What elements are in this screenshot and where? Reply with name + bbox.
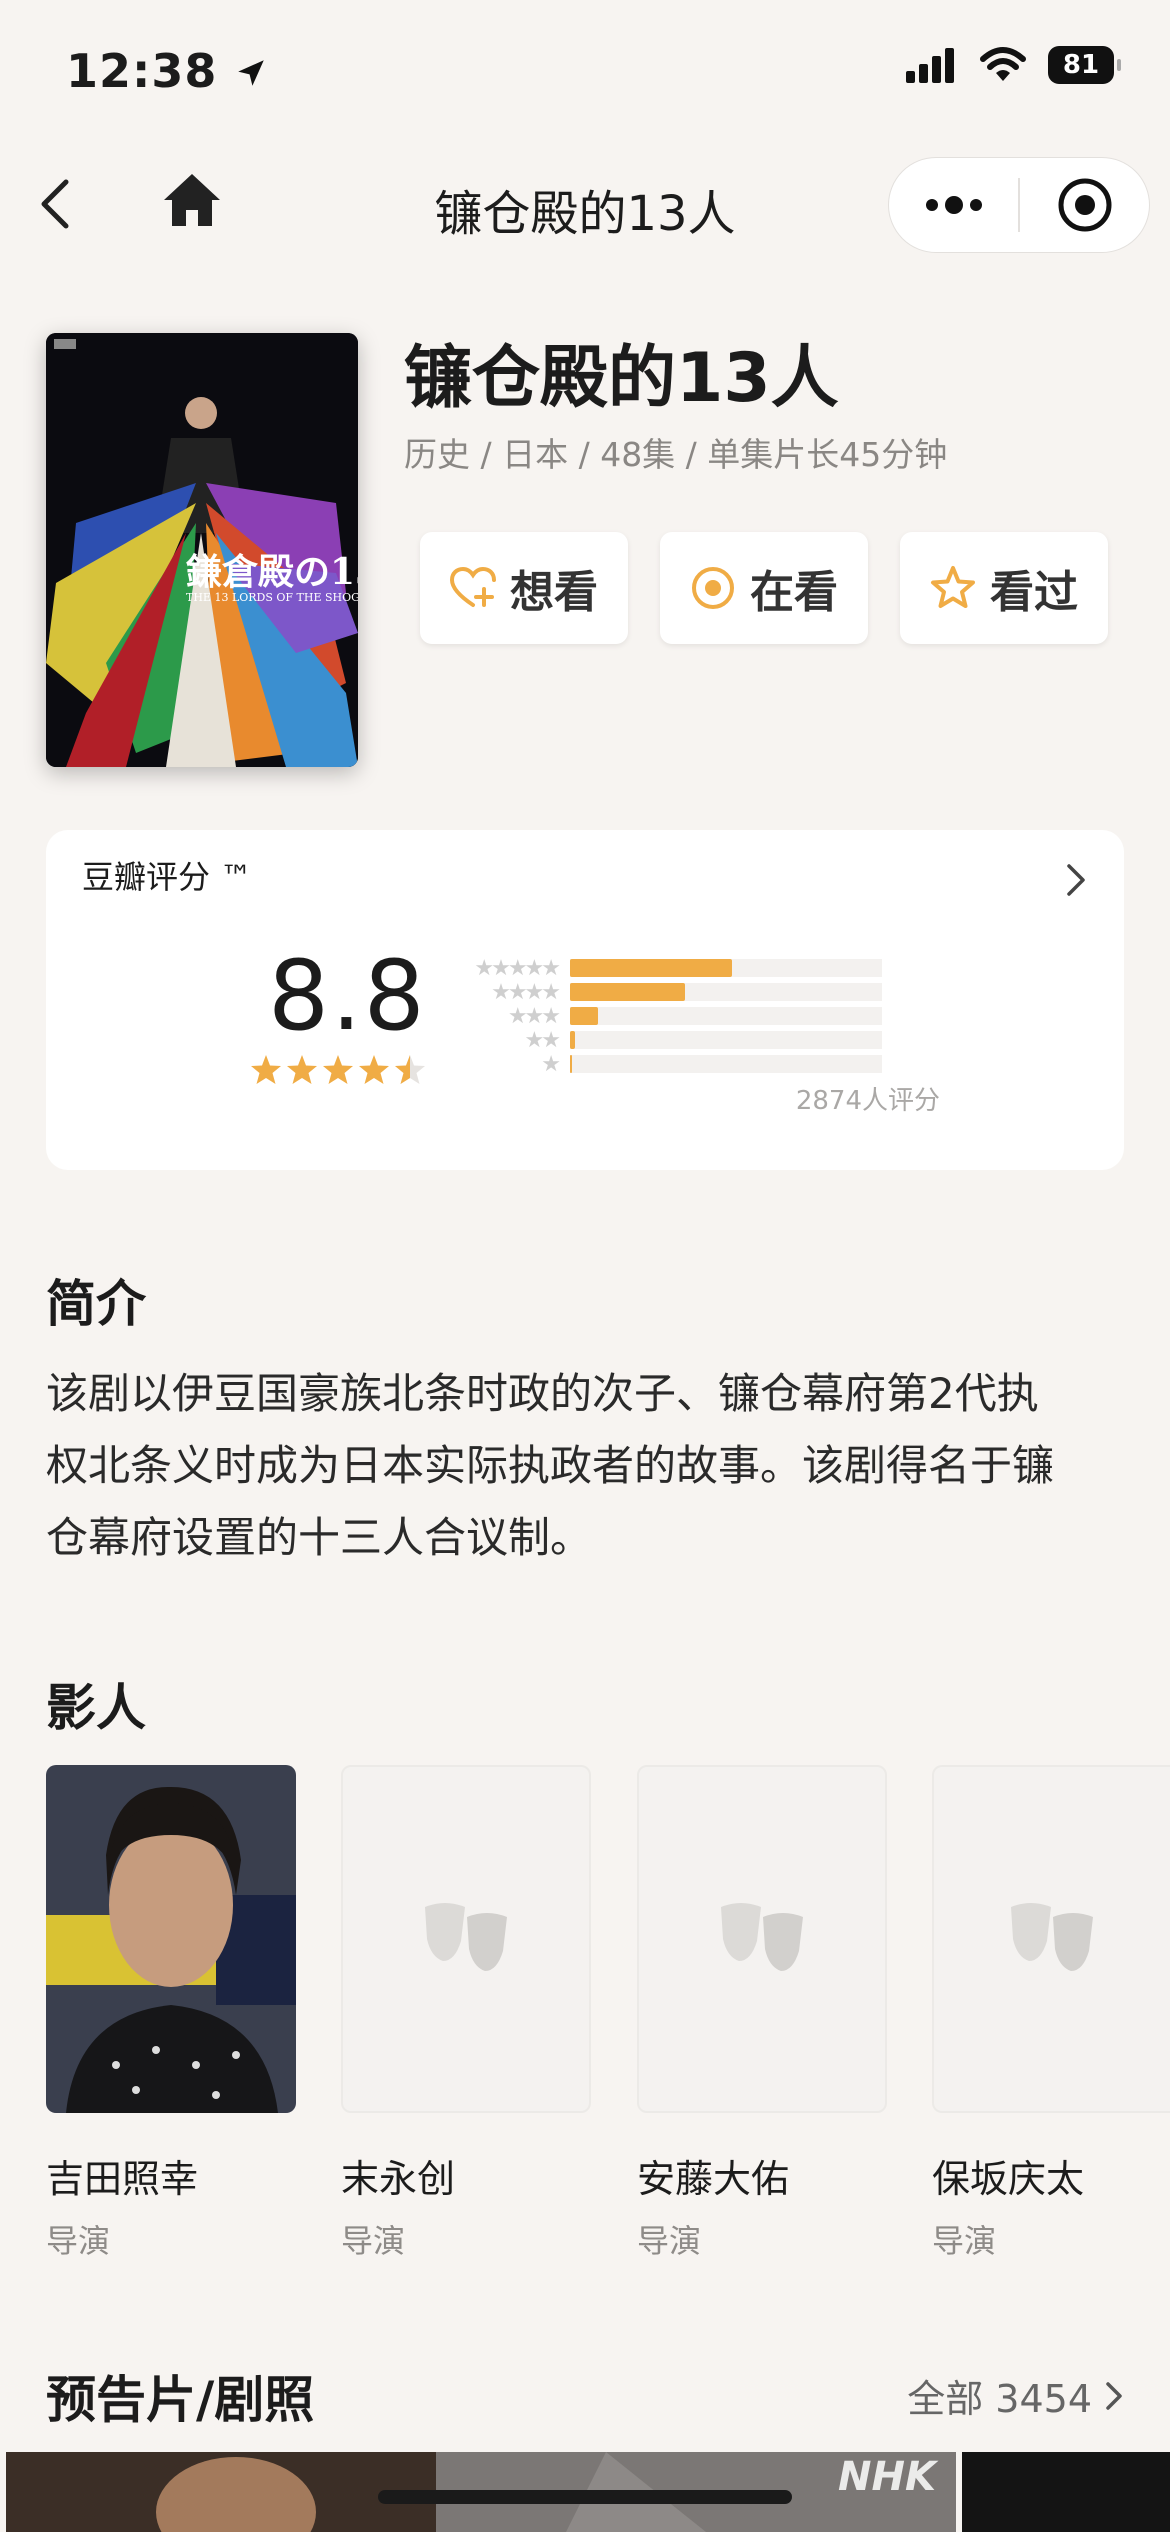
rating-row-4: ★★★★: [460, 979, 882, 1005]
chevron-right-icon: [1106, 2381, 1122, 2410]
star-outline-icon: [931, 566, 975, 608]
cast-role: 导演: [341, 2222, 406, 2260]
heart-plus-icon: [450, 567, 496, 607]
view-all-label: 全部 3454: [907, 2377, 1092, 2421]
rating-bar-track: [570, 983, 882, 1001]
rating-row-5: ★★★★★: [460, 955, 882, 981]
cast-name[interactable]: 末永创: [341, 2148, 455, 2203]
cast-name[interactable]: 安藤大佑: [637, 2148, 789, 2203]
more-button[interactable]: [889, 158, 1018, 252]
watching-label: 在看: [750, 567, 838, 618]
rating-score: 8.8: [268, 940, 427, 1052]
status-time: 12:38: [66, 44, 268, 98]
cast-photo-placeholder[interactable]: [341, 1765, 591, 2113]
poster-image[interactable]: 鎌倉殿の13人 THE 13 LORDS OF THE SHOGUN: [46, 333, 358, 767]
poster-subtitle-text: THE 13 LORDS OF THE SHOGUN: [186, 591, 358, 604]
rating-bar-track: [570, 1055, 882, 1073]
watched-label: 看过: [990, 567, 1078, 618]
media-thumbnail[interactable]: [962, 2452, 1170, 2532]
theater-masks-icon: [425, 1903, 507, 1971]
more-dots-icon: [925, 196, 982, 214]
want-to-watch-button[interactable]: 想看: [420, 532, 628, 644]
nhk-watermark: NHK: [838, 2454, 936, 2500]
close-program-button[interactable]: [1020, 158, 1149, 252]
rating-row-1: ★: [460, 1051, 882, 1077]
rating-row-3: ★★★: [460, 1003, 882, 1029]
cast-name[interactable]: 吉田照幸: [46, 2148, 198, 2203]
rating-bar-track: [570, 959, 882, 977]
close-target-icon: [1058, 178, 1111, 232]
two-star-icon: ★★: [524, 1027, 561, 1053]
rating-label: 豆瓣评分 ™: [82, 858, 253, 896]
intro-heading: 简介: [46, 1275, 146, 1333]
cast-heading: 影人: [46, 1679, 146, 1737]
five-star-icon: ★★★★★: [474, 955, 561, 981]
rating-card[interactable]: 豆瓣评分 ™ 8.8 ★★★★★ ★★★★ ★★★ ★★ ★ 2874人评分: [46, 830, 1124, 1170]
location-arrow-icon: [238, 60, 265, 86]
rating-bar-fill: [570, 983, 686, 1001]
poster-title-text: 鎌倉殿の13人: [186, 551, 358, 593]
cast-photo-placeholder[interactable]: [637, 1765, 887, 2113]
battery-indicator: 81: [1048, 46, 1121, 84]
theater-masks-icon: [721, 1903, 803, 1971]
rating-bar-track: [570, 1031, 882, 1049]
watched-button[interactable]: 看过: [900, 532, 1108, 644]
rating-stars: [251, 1055, 425, 1084]
rating-bar-fill: [570, 1031, 575, 1049]
intro-line: 仓幕府设置的十三人合议制。: [46, 1513, 593, 1562]
cast-role: 导演: [46, 2222, 111, 2260]
view-all-media-link[interactable]: 全部 3454: [907, 2368, 1124, 2423]
target-icon: [692, 567, 734, 609]
want-to-watch-label: 想看: [510, 567, 598, 618]
show-title: 镰仓殿的13人: [404, 339, 839, 418]
rating-bar-fill: [570, 1007, 599, 1025]
wifi-icon: [980, 47, 1026, 81]
rating-bar-track: [570, 1007, 882, 1025]
mini-program-capsule: [888, 157, 1150, 253]
show-meta: 历史 / 日本 / 48集 / 单集片长45分钟: [404, 435, 948, 474]
intro-text: 该剧以伊豆国豪族北条时政的次子、镰仓幕府第2代执 权北条义时成为日本实际执政者的…: [46, 1358, 1126, 1574]
cast-photo[interactable]: [46, 1765, 296, 2113]
cast-name[interactable]: 保坂庆太: [932, 2148, 1084, 2203]
intro-line: 该剧以伊豆国豪族北条时政的次子、镰仓幕府第2代执: [46, 1369, 1039, 1418]
media-heading: 预告片/剧照: [46, 2371, 315, 2429]
signal-icon: [906, 48, 954, 83]
rating-bar-fill: [570, 1055, 573, 1073]
cast-role: 导演: [932, 2222, 997, 2260]
cast-photo-placeholder[interactable]: [932, 1765, 1170, 2113]
watching-button[interactable]: 在看: [660, 532, 868, 644]
three-star-icon: ★★★: [507, 1003, 561, 1029]
status-indicators: 81: [906, 46, 1121, 84]
theater-masks-icon: [1011, 1903, 1093, 1971]
person-photo: [46, 1765, 296, 2113]
one-star-icon: ★: [541, 1051, 561, 1077]
rating-bar-fill: [570, 959, 733, 977]
rating-row-2: ★★: [460, 1027, 882, 1053]
cast-role: 导演: [637, 2222, 702, 2260]
home-indicator: [378, 2490, 792, 2504]
rating-count: 2874人评分: [795, 1086, 940, 1116]
four-star-icon: ★★★★: [491, 979, 561, 1005]
chevron-right-icon: [1067, 864, 1085, 896]
intro-line: 权北条义时成为日本实际执政者的故事。该剧得名于镰: [46, 1441, 1055, 1490]
